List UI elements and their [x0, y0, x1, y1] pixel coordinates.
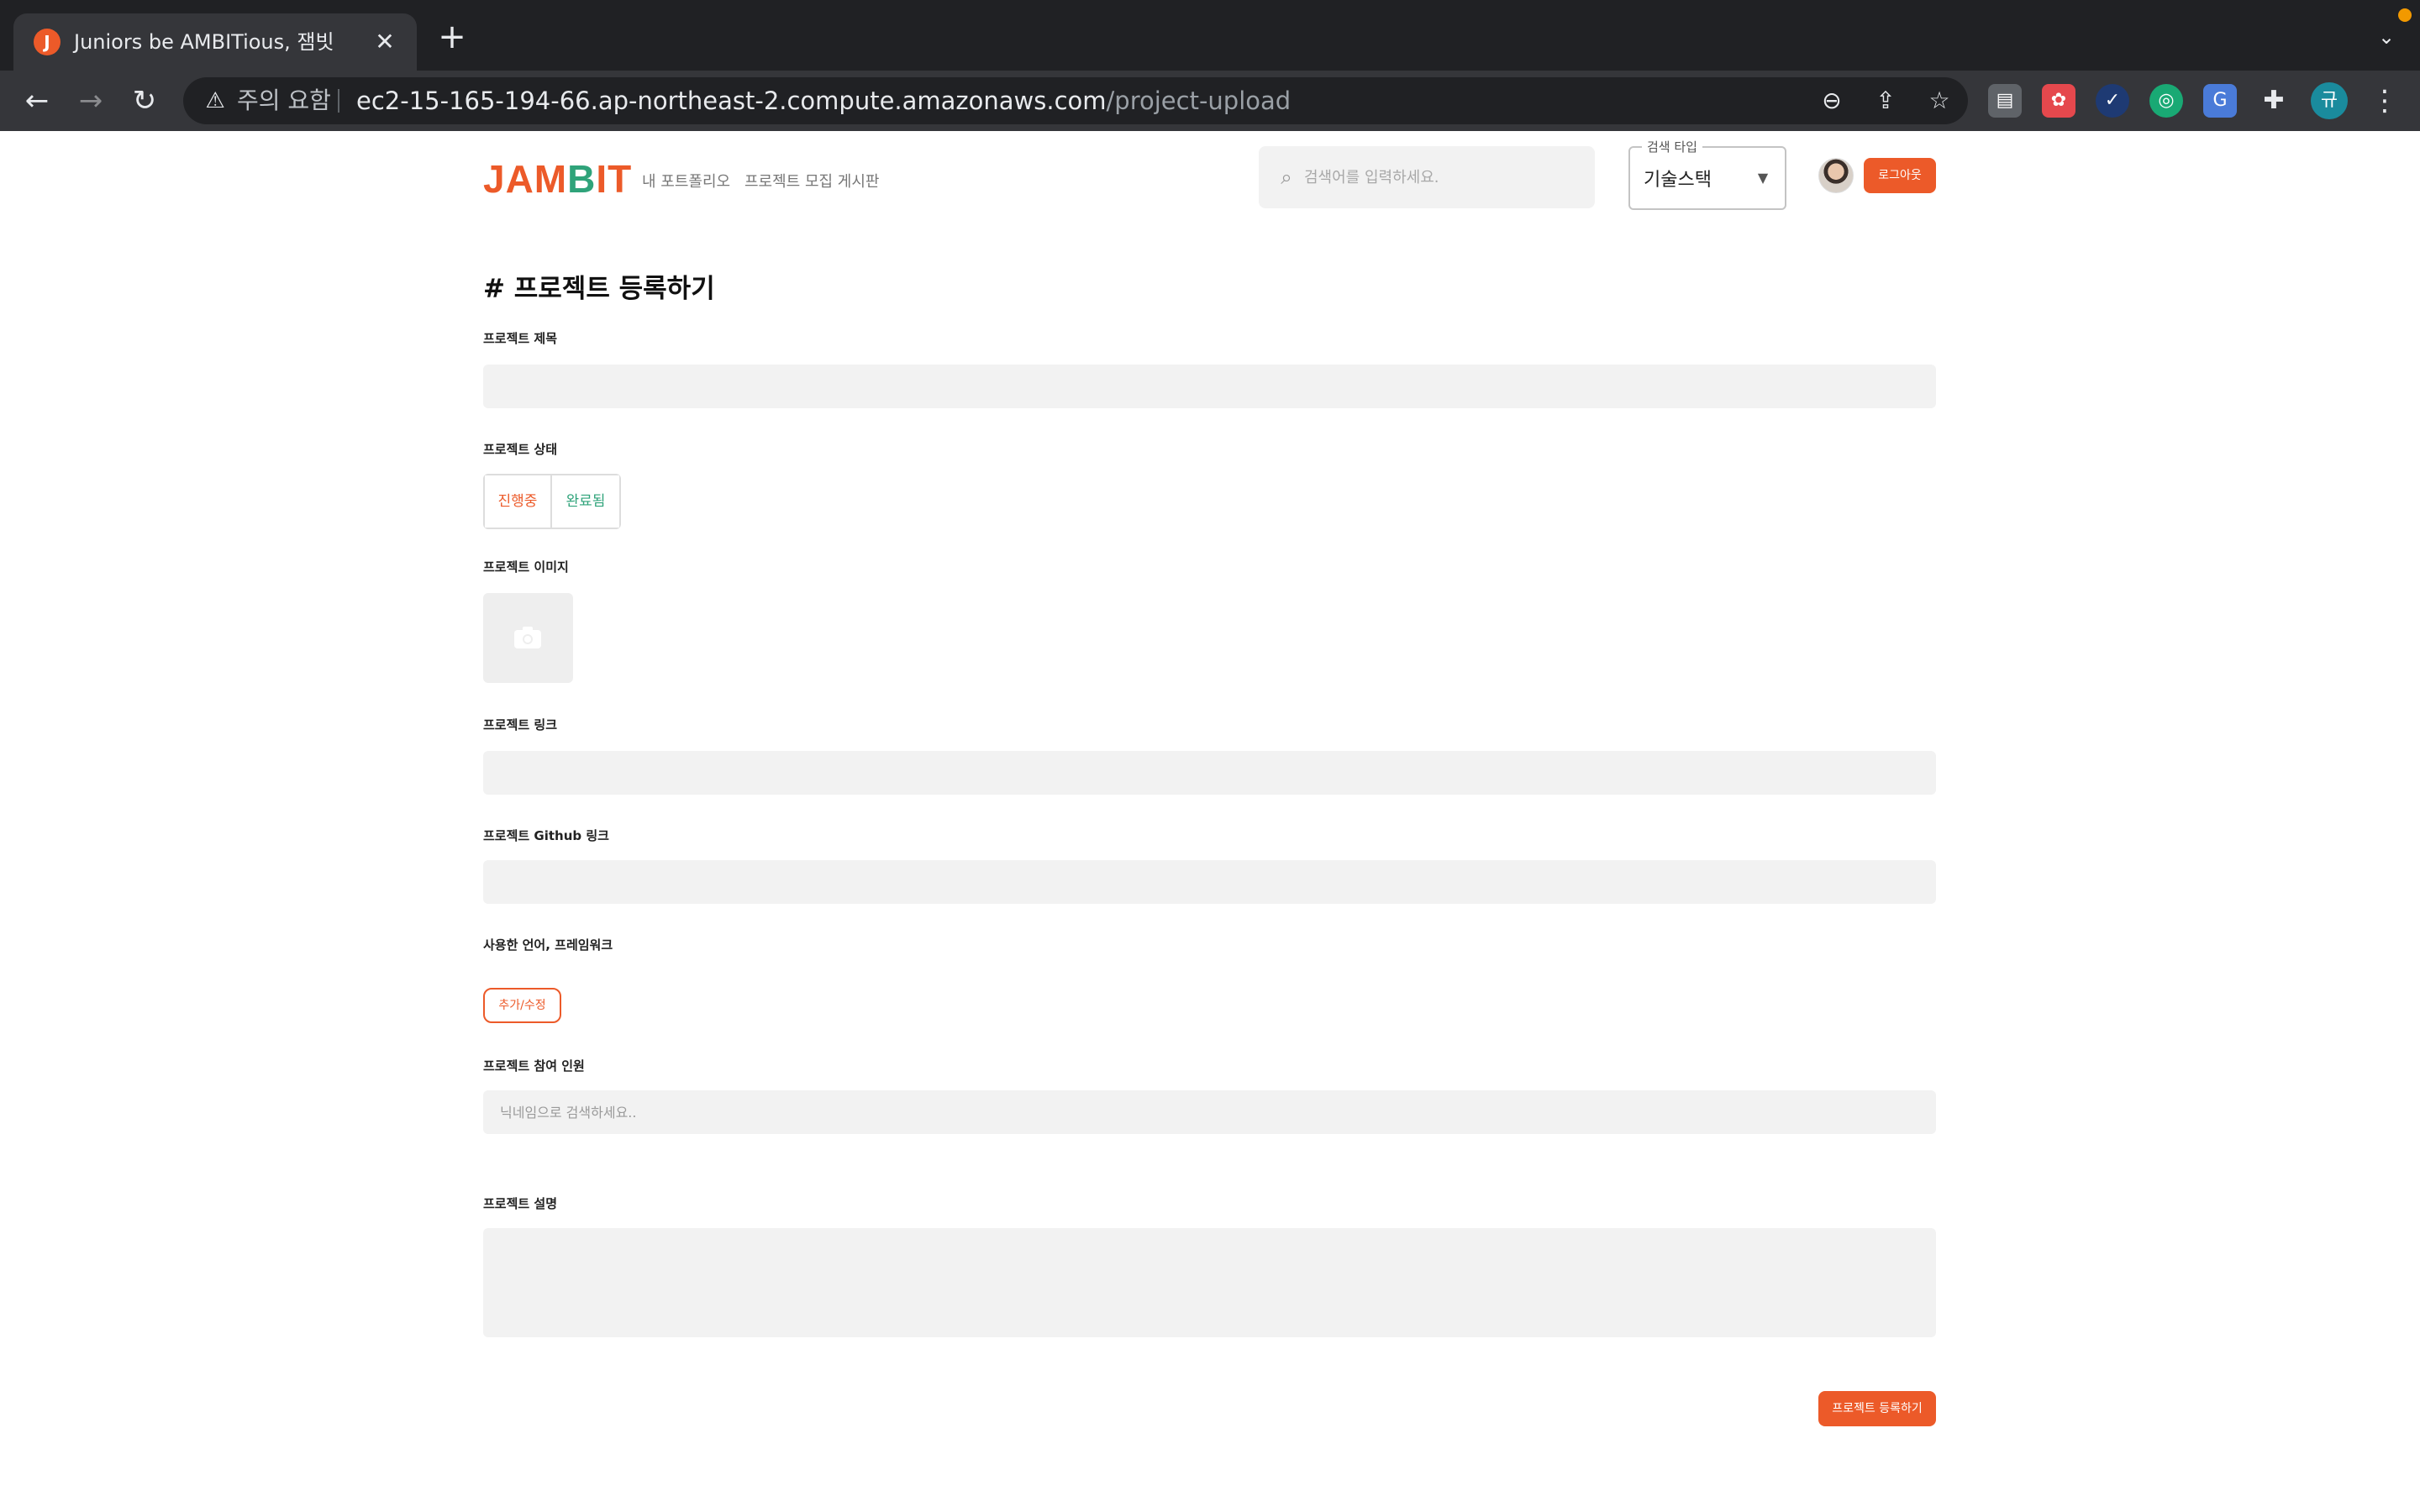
- translate-icon[interactable]: G: [2203, 84, 2237, 118]
- security-warning-text[interactable]: 주의 요함: [237, 86, 331, 116]
- tab-search-chevron-icon[interactable]: ⌄: [2373, 25, 2400, 52]
- tech-stack-label: 사용한 언어, 프레임워크: [483, 937, 613, 953]
- project-link-input[interactable]: [483, 751, 1936, 795]
- logo-accent: B: [567, 157, 597, 201]
- project-image-label: 프로젝트 이미지: [483, 559, 569, 575]
- user-avatar[interactable]: [1818, 158, 1854, 193]
- members-search-input[interactable]: [483, 1090, 1936, 1134]
- search-type-select[interactable]: 검색 타입 기술스택 ▼: [1628, 138, 1786, 210]
- extension-red-icon[interactable]: ✿: [2042, 84, 2075, 118]
- extensions-puzzle-icon[interactable]: ✚: [2257, 84, 2291, 118]
- logo-main: JAM: [483, 157, 568, 201]
- browser-toolbar: ← → ↻ ⚠ 주의 요함 ec2-15-165-194-66.ap-north…: [0, 71, 2420, 131]
- camera-icon: [514, 627, 541, 648]
- search-box: ⌕: [1259, 146, 1595, 208]
- share-icon[interactable]: ⇪: [1870, 86, 1901, 116]
- status-completed-button[interactable]: 완료됨: [552, 475, 619, 528]
- logo-tail: IT: [596, 157, 633, 201]
- browser-tabbar: J Juniors be AMBITious, 잼빗 ✕ + ⌄: [0, 0, 2420, 71]
- zoom-out-icon[interactable]: ⊖: [1817, 86, 1847, 116]
- back-arrow-icon[interactable]: ←: [17, 81, 57, 121]
- bookmark-star-icon[interactable]: ☆: [1924, 86, 1954, 116]
- image-upload-box[interactable]: [483, 593, 573, 683]
- caret-down-icon: ▼: [1757, 170, 1769, 186]
- browser-menu-icon[interactable]: ⋮: [2368, 82, 2402, 119]
- search-input[interactable]: [1304, 146, 1581, 208]
- status-in-progress-button[interactable]: 진행중: [485, 475, 552, 528]
- jambit-logo[interactable]: JAMBIT: [483, 156, 632, 202]
- project-link-label: 프로젝트 링크: [483, 717, 558, 732]
- extension-check-icon[interactable]: ✓: [2096, 84, 2129, 118]
- search-type-label: 검색 타입: [1642, 138, 1702, 155]
- notification-dot-icon: [2398, 8, 2412, 22]
- tab-title: Juniors be AMBITious, 잼빗: [74, 30, 334, 54]
- project-description-label: 프로젝트 설명: [483, 1196, 558, 1211]
- forward-arrow-icon[interactable]: →: [71, 81, 111, 121]
- warning-icon[interactable]: ⚠: [202, 87, 229, 114]
- add-edit-stack-button[interactable]: 추가/수정: [483, 988, 561, 1023]
- nav-my-portfolio[interactable]: 내 포트폴리오: [642, 170, 730, 192]
- page: JAMBIT 내 포트폴리오 프로젝트 모집 게시판 ⌕ 검색 타입 기술스택 …: [0, 131, 2420, 1512]
- favicon-icon: J: [34, 29, 60, 55]
- url-path: /project-upload: [1106, 87, 1292, 115]
- reload-icon[interactable]: ↻: [124, 81, 165, 121]
- submit-project-button[interactable]: 프로젝트 등록하기: [1818, 1391, 1936, 1426]
- close-tab-icon[interactable]: ✕: [368, 25, 402, 59]
- search-type-value: 기술스택: [1644, 170, 1712, 191]
- page-title: # 프로젝트 등록하기: [483, 274, 715, 304]
- extension-green-icon[interactable]: ◎: [2149, 84, 2183, 118]
- project-status-toggle: 진행중 완료됨: [483, 474, 621, 529]
- project-github-input[interactable]: [483, 860, 1936, 904]
- project-title-input[interactable]: [483, 365, 1936, 408]
- url-host: ec2-15-165-194-66.ap-northeast-2.compute…: [356, 87, 1107, 115]
- new-tab-icon[interactable]: +: [435, 20, 469, 55]
- project-members-label: 프로젝트 참여 인원: [483, 1058, 585, 1074]
- project-status-label: 프로젝트 상태: [483, 442, 558, 457]
- omnibox-divider: [338, 89, 339, 113]
- logout-button[interactable]: 로그아웃: [1864, 158, 1936, 193]
- search-icon: ⌕: [1281, 165, 1292, 189]
- project-github-label: 프로젝트 Github 링크: [483, 828, 609, 843]
- url-text[interactable]: ec2-15-165-194-66.ap-northeast-2.compute…: [356, 86, 1291, 116]
- address-bar[interactable]: ⚠ 주의 요함 ec2-15-165-194-66.ap-northeast-2…: [183, 77, 1968, 124]
- nav-recruit-board[interactable]: 프로젝트 모집 게시판: [744, 170, 879, 192]
- profile-avatar[interactable]: 규: [2311, 82, 2348, 119]
- project-description-input[interactable]: [483, 1228, 1936, 1337]
- project-title-label: 프로젝트 제목: [483, 331, 558, 346]
- media-icon[interactable]: ▤: [1988, 84, 2022, 118]
- browser-tab[interactable]: J Juniors be AMBITious, 잼빗 ✕: [13, 13, 417, 71]
